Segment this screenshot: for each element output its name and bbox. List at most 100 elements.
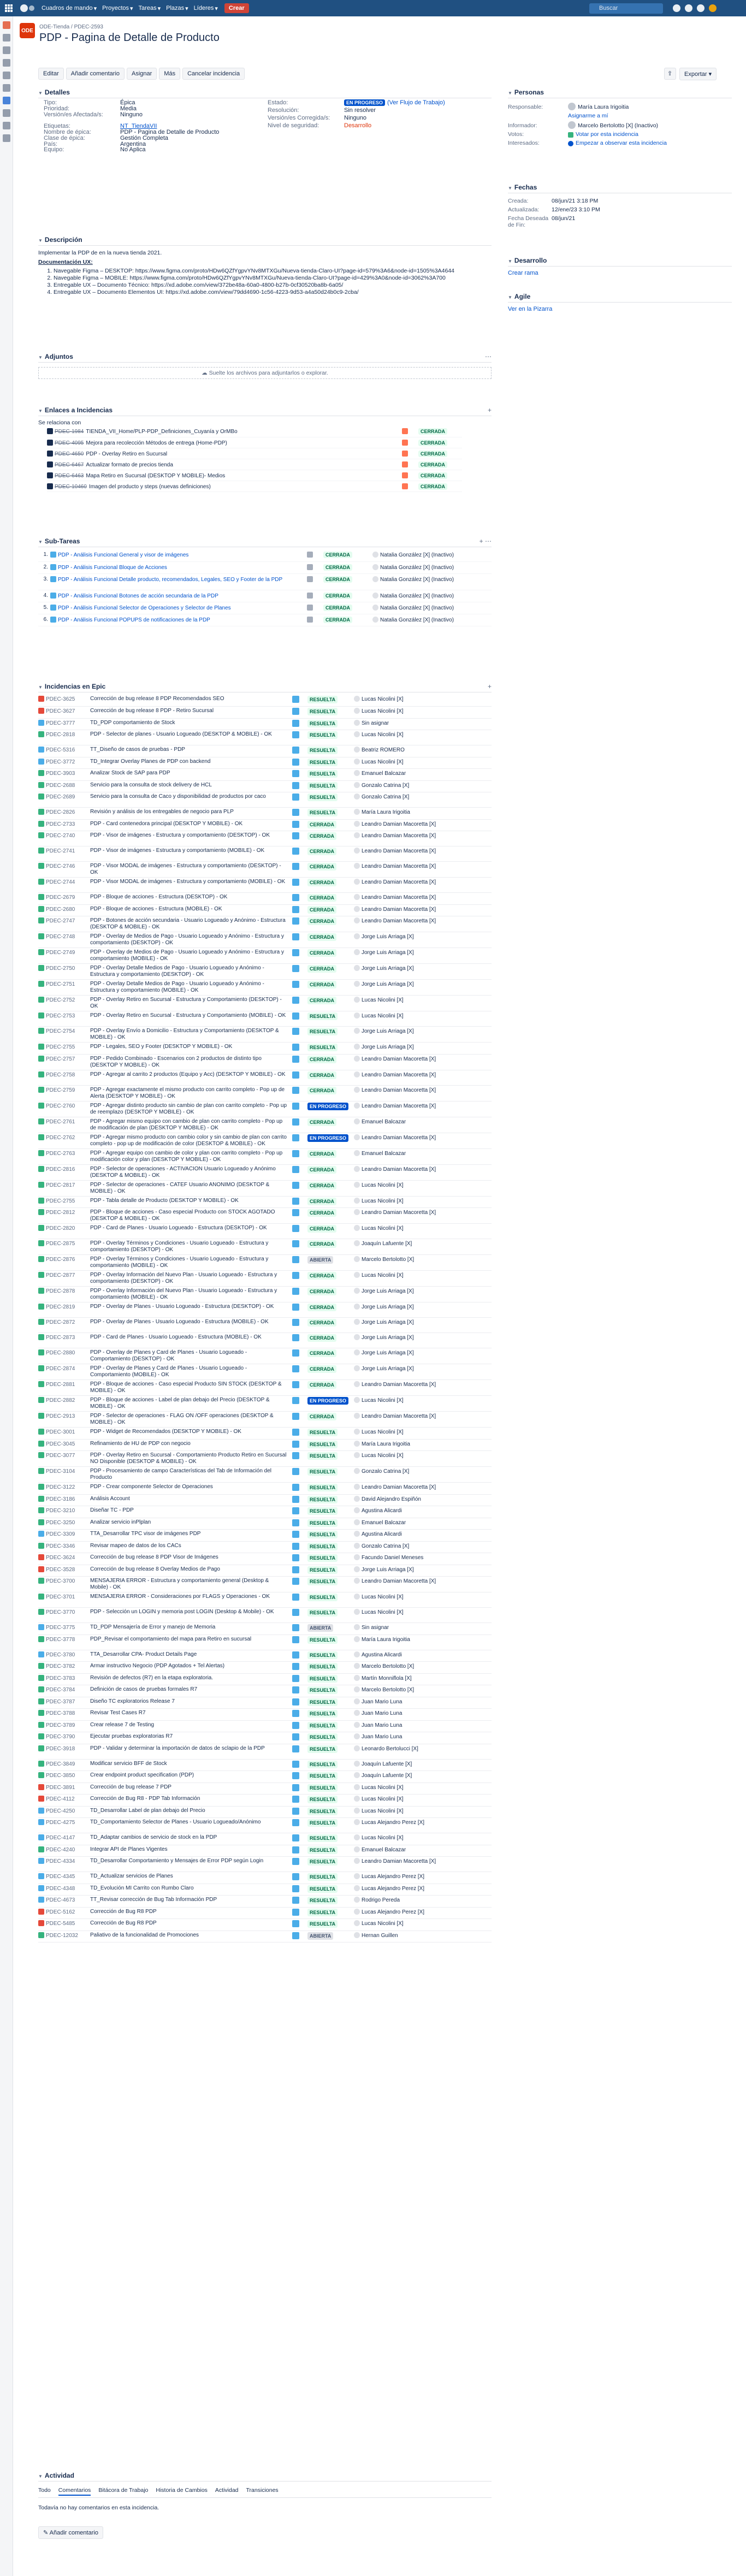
epic-issue-key[interactable]: PDEC-2819 <box>46 1304 75 1310</box>
settings-icon[interactable] <box>3 134 10 142</box>
linked-issue-summary[interactable]: PDP - Overlay Retiro en Sucursal <box>86 451 167 457</box>
epic-issue-row[interactable]: PDEC-2751 PDP - Overlay Detalle Medios de… <box>38 980 492 996</box>
epic-issue-row[interactable]: PDEC-3528 Corrección de bug release 8 Ove… <box>38 1565 492 1577</box>
assignee-name[interactable]: Lucas Nicolini [X] <box>362 1182 404 1188</box>
epic-issue-key[interactable]: PDEC-3701 <box>46 1594 75 1600</box>
assignee-name[interactable]: Natalia González [X] (Inactivo) <box>380 617 454 623</box>
epic-issue-summary[interactable]: PDP - Overlay Envío a Domicilio - Estruc… <box>90 1028 279 1040</box>
epic-issue-summary[interactable]: PDP - Agregar distinto producto sin camb… <box>90 1103 287 1115</box>
epic-issue-key[interactable]: PDEC-3770 <box>46 1609 75 1615</box>
assignee-name[interactable]: Lucas Nicolini [X] <box>362 1921 404 1927</box>
epic-issue-key[interactable]: PDEC-4112 <box>46 1796 75 1802</box>
epic-issue-summary[interactable]: PDP - Bloque de acciones - Estructura (M… <box>90 906 222 912</box>
epic-issue-row[interactable]: PDEC-3045 Refinamiento de HU de PDP con n… <box>38 1439 492 1451</box>
epic-issue-summary[interactable]: Corrección de Bug R8 PDP <box>90 1909 157 1915</box>
linked-issue-row[interactable]: PDEC-10460 Imagen del producto y steps (n… <box>47 481 462 491</box>
epic-issue-key[interactable]: PDEC-3788 <box>46 1710 75 1716</box>
assignee-name[interactable]: Lucas Nicolini [X] <box>362 1594 404 1600</box>
toolbar-button-3[interactable]: Más <box>159 68 181 80</box>
epic-issue-row[interactable]: PDEC-2875 PDP - Overlay Términos y Condic… <box>38 1239 492 1255</box>
epic-issue-key[interactable]: PDEC-2875 <box>46 1241 75 1247</box>
assignee-name[interactable]: Leandro Damian Macoretta [X] <box>362 907 436 913</box>
activity-heading[interactable]: ▼ Actividad <box>38 2472 492 2482</box>
epic-issue-summary[interactable]: Servicio para la consulta de stock deliv… <box>90 782 212 788</box>
epic-issue-row[interactable]: PDEC-2749 PDP - Overlay de Medios de Pago… <box>38 948 492 964</box>
description-link-item[interactable]: Entregable UX – Documento Elementos UI: … <box>54 289 492 296</box>
subtask-summary[interactable]: PDP - Análisis Funcional POPUPS de notif… <box>58 617 210 623</box>
assignee-name[interactable]: Jorge Luis Arriaga [X] <box>362 1028 414 1034</box>
project-avatar[interactable]: ODE <box>20 23 35 38</box>
epic-issue-summary[interactable]: PDP - Agregar equipo con cambio de color… <box>90 1150 282 1163</box>
assignee-name[interactable]: Juan Mario Luna <box>362 1710 402 1716</box>
epic-issue-key[interactable]: PDEC-3891 <box>46 1785 75 1791</box>
assignee-name[interactable]: Leandro Damian Macoretta [X] <box>362 1382 436 1388</box>
epic-issue-summary[interactable]: PDP - Visor de imágenes - Estructura y c… <box>90 832 270 838</box>
epic-issue-key[interactable]: PDEC-3787 <box>46 1699 75 1705</box>
subtasks-actions-icon[interactable]: + ⋯ <box>479 537 492 545</box>
epic-issue-key[interactable]: PDEC-2680 <box>46 907 75 913</box>
epic-issue-summary[interactable]: Revisar Test Cases R7 <box>90 1710 146 1716</box>
epic-issue-summary[interactable]: Modificar servicio BFF de Stock <box>90 1761 167 1767</box>
epic-issue-row[interactable]: PDEC-3918 PDP - Validar y determinar la i… <box>38 1744 492 1759</box>
epic-issue-key[interactable]: PDEC-4240 <box>46 1847 75 1853</box>
assignee-name[interactable]: Sin asignar <box>362 1625 389 1631</box>
epic-issue-summary[interactable]: TD_PDP Mensajería de Error y manejo de M… <box>90 1624 215 1630</box>
epic-issue-row[interactable]: PDEC-3784 Definición de casos de pruebas … <box>38 1685 492 1697</box>
epic-issue-key[interactable]: PDEC-3528 <box>46 1567 75 1573</box>
epic-issue-row[interactable]: PDEC-3787 Diseño TC exploratorios Release… <box>38 1697 492 1709</box>
epic-issue-row[interactable]: PDEC-3077 PDP - Overlay Retiro en Sucursa… <box>38 1451 492 1467</box>
activity-tab-2[interactable]: Bitácora de Trabajo <box>98 2487 148 2496</box>
reports-icon[interactable] <box>3 59 10 67</box>
epic-issue-row[interactable]: PDEC-2733 PDP - Card contenedora principa… <box>38 819 492 831</box>
epic-issue-row[interactable]: PDEC-2761 PDP - Agregar mismo equipo con … <box>38 1117 492 1133</box>
linked-issue-row[interactable]: PDEC-4095 Mejora para recolección Métodos… <box>47 437 462 448</box>
epic-issue-summary[interactable]: PDP - Selección un LOGIN y memoria post … <box>90 1609 274 1615</box>
epic-issue-key[interactable]: PDEC-4250 <box>46 1808 75 1814</box>
epic-issue-row[interactable]: PDEC-3701 MENSAJERIA ERROR - Consideracio… <box>38 1592 492 1608</box>
assignee-name[interactable]: Jorge Luis Arriaga [X] <box>362 950 414 956</box>
epic-issue-key[interactable]: PDEC-3186 <box>46 1496 75 1502</box>
epic-issue-summary[interactable]: TD_Adaptar cambios de servicio de stock … <box>90 1834 217 1840</box>
epic-issue-summary[interactable]: Integrar API de Planes Vigentes <box>90 1846 168 1852</box>
epic-issue-key[interactable]: PDEC-3775 <box>46 1625 75 1631</box>
epic-issue-key[interactable]: PDEC-2753 <box>46 1013 75 1019</box>
epic-issue-key[interactable]: PDEC-3850 <box>46 1773 75 1779</box>
components-icon[interactable] <box>3 84 10 92</box>
assignee-name[interactable]: Lucas Nicolini [X] <box>362 1225 404 1231</box>
epic-issue-summary[interactable]: PDP - Botones de acción secundaria - Usu… <box>90 917 286 930</box>
pages-icon[interactable] <box>3 109 10 117</box>
epic-issue-key[interactable]: PDEC-5316 <box>46 747 75 753</box>
epic-issue-row[interactable]: PDEC-4112 Corrección de Bug R8 - PDP Tab … <box>38 1795 492 1806</box>
epic-issue-key[interactable]: PDEC-3918 <box>46 1746 75 1752</box>
epic-issue-row[interactable]: PDEC-3783 Revisión de defectos (R7) en la… <box>38 1673 492 1685</box>
epic-issue-row[interactable]: PDEC-4240 Integrar API de Planes Vigentes… <box>38 1845 492 1857</box>
linked-issue-summary[interactable]: TIENDA_VII_Home/PLP-PDP_Definiciones_Cuy… <box>86 429 237 435</box>
description-heading[interactable]: ▼ Descripción <box>38 236 492 246</box>
assignee-name[interactable]: Beatriz ROMERO <box>362 747 405 753</box>
subtask-row[interactable]: 3. PDP - Análisis Funcional Detalle produ… <box>38 573 492 590</box>
epic-issue-row[interactable]: PDEC-3309 TTA_Desarrollar TPC visor de im… <box>38 1530 492 1541</box>
epic-issue-row[interactable]: PDEC-2679 PDP - Bloque de acciones - Estr… <box>38 893 492 904</box>
linked-issue-summary[interactable]: Mejora para recolección Métodos de entre… <box>86 440 227 446</box>
epic-issue-summary[interactable]: PDP - Validar y determinar la importació… <box>90 1745 265 1751</box>
assignee-name[interactable]: Jorge Luis Arriaga [X] <box>362 966 414 972</box>
epic-issue-summary[interactable]: PDP - Selector de operaciones - FLAG ON … <box>90 1413 274 1425</box>
epic-issue-row[interactable]: PDEC-3250 Analizar servicio inPlplan RESUE… <box>38 1518 492 1530</box>
epic-issue-row[interactable]: PDEC-5162 Corrección de Bug R8 PDP RESUELT… <box>38 1907 492 1919</box>
linked-issue-key[interactable]: PDEC-1984 <box>55 429 84 435</box>
epic-issue-key[interactable]: PDEC-3700 <box>46 1578 75 1584</box>
assignee-name[interactable]: Jorge Luis Arriaga [X] <box>362 1366 414 1372</box>
epic-issue-key[interactable]: PDEC-2817 <box>46 1182 75 1188</box>
epic-issue-key[interactable]: PDEC-2882 <box>46 1397 75 1404</box>
epic-issue-row[interactable]: PDEC-3625 Corrección de bug release 8 PDP… <box>38 695 492 707</box>
status-badge[interactable]: EN PROGRESO <box>344 99 386 106</box>
nav-menu-3[interactable]: Plazas <box>166 5 184 12</box>
epic-issue-summary[interactable]: PDP - Pedido Combinado - Escenarios con … <box>90 1056 262 1068</box>
epic-issue-summary[interactable]: PDP - Overlay Retiro en Sucursal - Estru… <box>90 1012 286 1018</box>
epic-issue-summary[interactable]: PDP - Bloque de acciones - Label de plan… <box>90 1397 270 1410</box>
epic-issue-row[interactable]: PDEC-3624 Corrección de bug release 8 PDP… <box>38 1553 492 1565</box>
epic-issue-row[interactable]: PDEC-3780 TTA_Desarrollar CPA- Product De… <box>38 1650 492 1662</box>
assignee-name[interactable]: Lucas Nicolini [X] <box>362 997 404 1003</box>
assignee-name[interactable]: Leandro Damian Macoretta [X] <box>362 1210 436 1216</box>
epic-issue-row[interactable]: PDEC-3789 Crear release 7 de Testing RESUE… <box>38 1720 492 1732</box>
